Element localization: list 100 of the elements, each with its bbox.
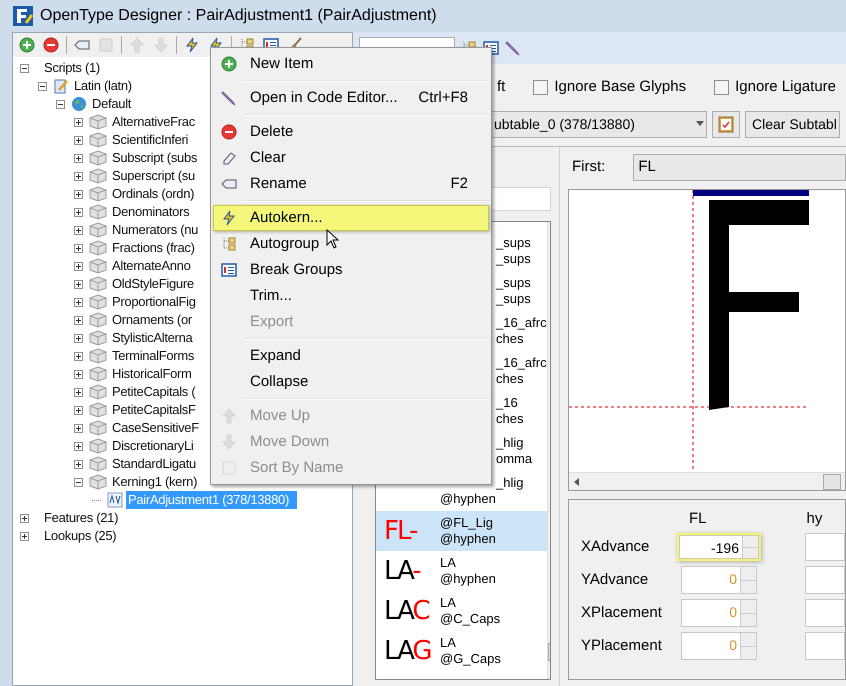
menu-item[interactable]: Autokern... <box>213 205 489 231</box>
tree-item[interactable]: Kerning1 (kern) <box>110 473 200 491</box>
expand-toggle[interactable] <box>74 208 82 216</box>
expand-toggle[interactable] <box>74 190 82 198</box>
expand-toggle[interactable] <box>74 334 82 342</box>
remove-icon <box>43 37 59 53</box>
input-field[interactable] <box>805 566 845 594</box>
expand-toggle[interactable] <box>74 298 82 306</box>
tree-item[interactable]: StandardLigatu <box>110 455 198 473</box>
pair-first: _hlig <box>496 435 524 451</box>
tree-item[interactable]: OldStyleFigure <box>110 275 196 293</box>
menu-item[interactable]: Clear <box>213 145 489 171</box>
pair-first: LA <box>440 555 457 571</box>
lightning-icon <box>221 210 237 226</box>
pair-list-item[interactable]: LA- LA @hyphen <box>376 551 547 591</box>
expand-toggle[interactable] <box>74 136 82 144</box>
tree-item[interactable]: Fractions (frac) <box>110 239 197 257</box>
pair-first: _sups <box>496 275 531 291</box>
pair-second: @G_Caps <box>440 651 501 667</box>
tree-item[interactable]: Ordinals (ordn) <box>110 185 196 203</box>
expand-toggle[interactable] <box>74 442 82 450</box>
number-spinner[interactable]: -196 <box>677 533 761 561</box>
down-arrow-icon <box>153 37 169 53</box>
add-icon <box>221 56 237 72</box>
expand-toggle[interactable] <box>20 514 28 522</box>
collapse-toggle[interactable] <box>74 478 82 486</box>
expand-toggle[interactable] <box>74 316 82 324</box>
toolbar-button[interactable] <box>42 36 60 54</box>
cube-icon <box>89 384 107 400</box>
menu-item[interactable]: Collapse <box>213 369 489 395</box>
checkbox-label: Ignore Ligature <box>735 76 836 97</box>
expand-toggle[interactable] <box>74 226 82 234</box>
clear-subtable-button[interactable]: Clear Subtabl <box>745 110 840 138</box>
pair-second: @hyphen <box>440 571 496 587</box>
tree-item[interactable]: StylisticAlterna <box>110 329 194 347</box>
expand-toggle[interactable] <box>74 172 82 180</box>
pair-first: @FL_Lig <box>440 515 494 531</box>
expand-toggle[interactable] <box>74 406 82 414</box>
menu-item[interactable]: Trim... <box>213 283 489 309</box>
tree-item[interactable]: Ornaments (or <box>110 311 194 329</box>
checkbox[interactable] <box>533 80 548 94</box>
expand-toggle[interactable] <box>74 244 82 252</box>
scroll-thumb[interactable] <box>823 474 841 490</box>
expand-toggle[interactable] <box>74 460 82 468</box>
collapse-toggle[interactable] <box>38 82 46 90</box>
tree-item[interactable]: Latin (latn) <box>72 77 134 95</box>
tree-item[interactable]: HistoricalForm <box>110 365 194 383</box>
menu-item[interactable]: Delete <box>213 119 489 145</box>
tree-item[interactable]: Default <box>90 95 134 113</box>
collapse-toggle[interactable] <box>20 64 28 72</box>
expand-toggle[interactable] <box>74 118 82 126</box>
tree-item[interactable]: Subscript (subs <box>110 149 200 167</box>
pair-second: _sups <box>496 291 531 307</box>
expand-toggle[interactable] <box>74 262 82 270</box>
input-field[interactable] <box>805 533 845 561</box>
expand-toggle[interactable] <box>20 532 28 540</box>
expand-toggle[interactable] <box>74 388 82 396</box>
pair-second: _sups <box>496 251 531 267</box>
tree-item[interactable]: Lookups (25) <box>42 527 118 545</box>
menu-item[interactable]: Autogroup <box>213 231 489 257</box>
expand-toggle[interactable] <box>74 424 82 432</box>
menu-item[interactable]: Expand <box>213 343 489 369</box>
tree-item[interactable]: DiscretionaryLi <box>110 437 196 455</box>
menu-item[interactable]: Open in Code Editor... Ctrl+F8 <box>213 85 489 111</box>
tree-item[interactable]: CaseSensitiveF <box>110 419 201 437</box>
toolbar-button[interactable] <box>18 36 36 54</box>
tree-item[interactable]: AlternativeFrac <box>110 113 197 131</box>
tree-item[interactable]: PetiteCapitalsF <box>110 401 198 419</box>
clipboard-button[interactable] <box>712 110 740 138</box>
value-text: -196 <box>710 539 740 558</box>
column-header: hy <box>806 509 822 528</box>
tree-item[interactable]: AlternateAnno <box>110 257 192 275</box>
tree-item[interactable]: Scripts (1) <box>42 59 102 77</box>
pair-list-item[interactable]: FL- @FL_Lig @hyphen <box>376 511 547 551</box>
glyph-preview: FL- <box>384 518 418 544</box>
menu-item[interactable]: Break Groups <box>213 257 489 283</box>
tree-item[interactable]: Denominators <box>110 203 192 221</box>
expand-toggle[interactable] <box>74 154 82 162</box>
tree-item[interactable]: Numerators (nu <box>110 221 200 239</box>
tree-item[interactable]: TerminalForms <box>110 347 196 365</box>
input-field[interactable] <box>805 632 845 660</box>
horizontal-scrollbar[interactable] <box>569 472 845 490</box>
tree-item[interactable]: Features (21) <box>42 509 120 527</box>
expand-toggle[interactable] <box>74 280 82 288</box>
menu-item[interactable]: New Item <box>213 51 489 77</box>
first-dropdown[interactable]: FL <box>633 154 846 180</box>
tree-item[interactable]: ScientificInferi <box>110 131 190 149</box>
menu-item[interactable]: Rename F2 <box>213 171 489 197</box>
checkbox[interactable] <box>714 80 730 94</box>
down-arrow-icon <box>221 434 237 450</box>
cube-icon <box>89 438 107 454</box>
toolbar-button[interactable] <box>183 36 201 54</box>
expand-toggle[interactable] <box>74 352 82 360</box>
expand-toggle[interactable] <box>74 370 82 378</box>
tree-item[interactable]: Superscript (su <box>110 167 197 185</box>
input-field[interactable] <box>805 599 845 627</box>
collapse-toggle[interactable] <box>56 100 64 108</box>
tree-item[interactable]: PetiteCapitals ( <box>110 383 198 401</box>
tree-item[interactable]: ProportionalFig <box>110 293 198 311</box>
subtable-dropdown[interactable]: ubtable_0 (378/13880) <box>491 110 707 138</box>
